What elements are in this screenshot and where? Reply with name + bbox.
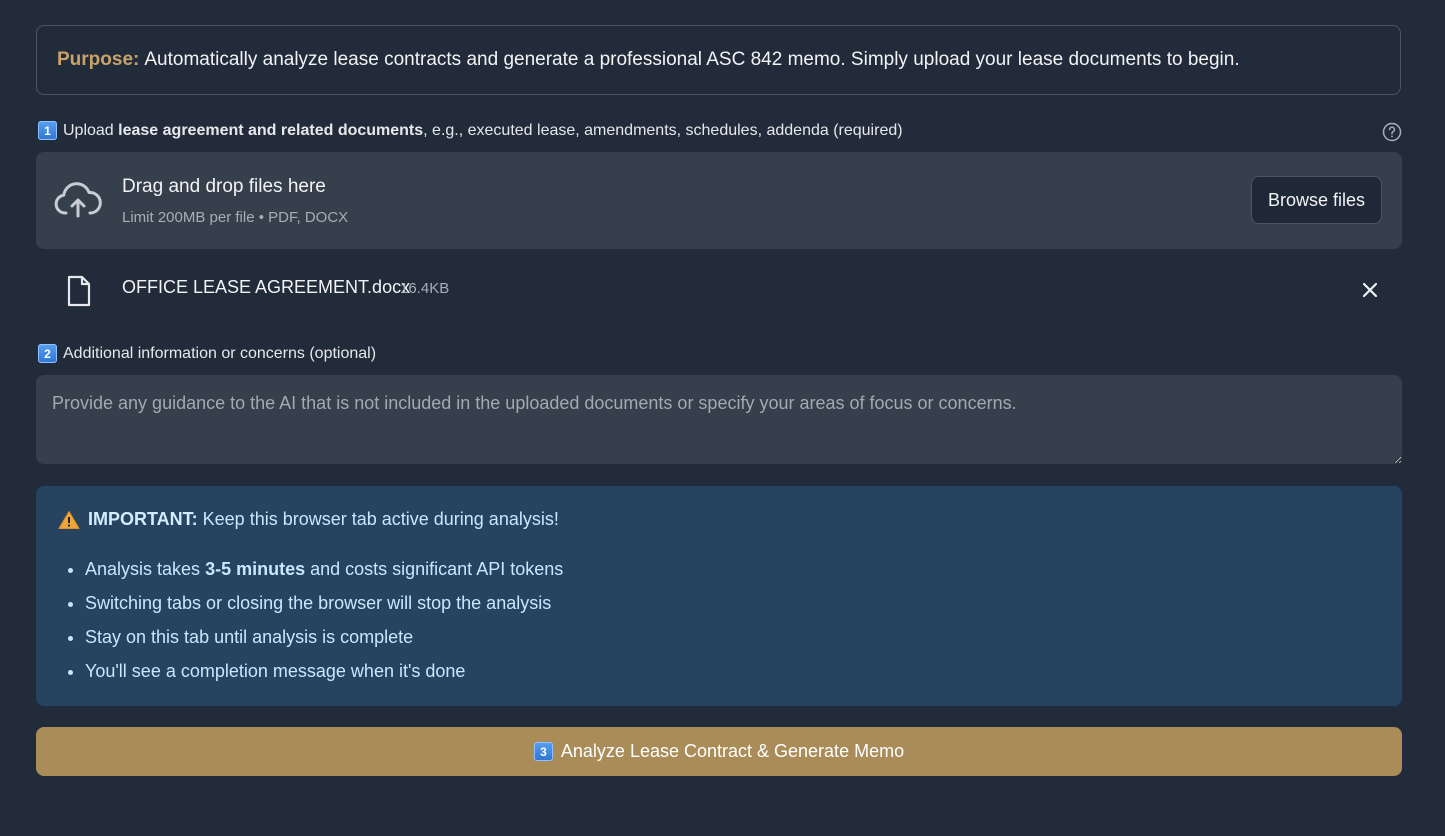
dropzone-subtitle: Limit 200MB per file • PDF, DOCX xyxy=(122,209,349,226)
uploaded-file-row: OFFICE LEASE AGREEMENT.docx 16.4KB xyxy=(36,265,1402,315)
alert-message: Keep this browser tab active during anal… xyxy=(202,509,559,529)
alert-item-bold: 3-5 minutes xyxy=(205,559,306,579)
alert-list-item: You'll see a completion message when it'… xyxy=(85,654,563,688)
alert-list-item: Analysis takes 3-5 minutes and costs sig… xyxy=(85,552,563,586)
alert-title: IMPORTANT: xyxy=(88,509,198,529)
purpose-label: Purpose: xyxy=(57,49,140,70)
upload-label-prefix: Upload xyxy=(63,121,119,139)
alert-item-text: You'll see a completion message when it'… xyxy=(85,661,466,681)
warning-icon xyxy=(58,510,80,529)
alert-list-item: Stay on this tab until analysis is compl… xyxy=(85,620,563,654)
file-dropzone[interactable]: Drag and drop files here Limit 200MB per… xyxy=(36,152,1402,249)
concerns-step-label: 2 Additional information or concerns (op… xyxy=(38,344,376,363)
cloud-upload-icon xyxy=(54,182,102,218)
alert-heading: IMPORTANT: Keep this browser tab active … xyxy=(58,509,559,530)
file-icon xyxy=(67,275,91,307)
step-1-badge: 1 xyxy=(38,121,57,140)
alert-item-text: Stay on this tab until analysis is compl… xyxy=(85,627,414,647)
important-alert: IMPORTANT: Keep this browser tab active … xyxy=(36,486,1402,706)
lease-analyzer-page: Purpose: Automatically analyze lease con… xyxy=(0,0,1445,836)
alert-list: Analysis takes 3-5 minutes and costs sig… xyxy=(58,552,563,688)
alert-item-text-post: and costs significant API tokens xyxy=(305,559,564,579)
upload-step-label: 1 Upload lease agreement and related doc… xyxy=(38,121,903,140)
close-icon[interactable] xyxy=(1360,280,1380,300)
alert-list-item: Switching tabs or closing the browser wi… xyxy=(85,586,563,620)
uploaded-file-name: OFFICE LEASE AGREEMENT.docx xyxy=(122,277,411,297)
analyze-button[interactable]: 3 Analyze Lease Contract & Generate Memo xyxy=(36,727,1402,776)
concerns-textarea[interactable] xyxy=(36,375,1402,464)
purpose-text: Automatically analyze lease contracts an… xyxy=(144,49,1240,70)
alert-item-text: Analysis takes xyxy=(85,559,206,579)
alert-item-text: Switching tabs or closing the browser wi… xyxy=(85,593,552,613)
dropzone-title: Drag and drop files here xyxy=(122,176,326,197)
upload-label-bold: lease agreement and related documents xyxy=(118,121,424,139)
uploaded-file-size: 16.4KB xyxy=(400,280,450,297)
step-2-badge: 2 xyxy=(38,344,57,363)
analyze-button-label: Analyze Lease Contract & Generate Memo xyxy=(560,741,905,761)
browse-files-button[interactable]: Browse files xyxy=(1251,176,1382,224)
purpose-banner: Purpose: Automatically analyze lease con… xyxy=(36,25,1401,95)
step-3-badge: 3 xyxy=(533,742,553,761)
concerns-label: Additional information or concerns (opti… xyxy=(63,344,377,362)
upload-label-suffix: , e.g., executed lease, amendments, sche… xyxy=(423,121,903,139)
help-icon[interactable] xyxy=(1382,122,1402,142)
